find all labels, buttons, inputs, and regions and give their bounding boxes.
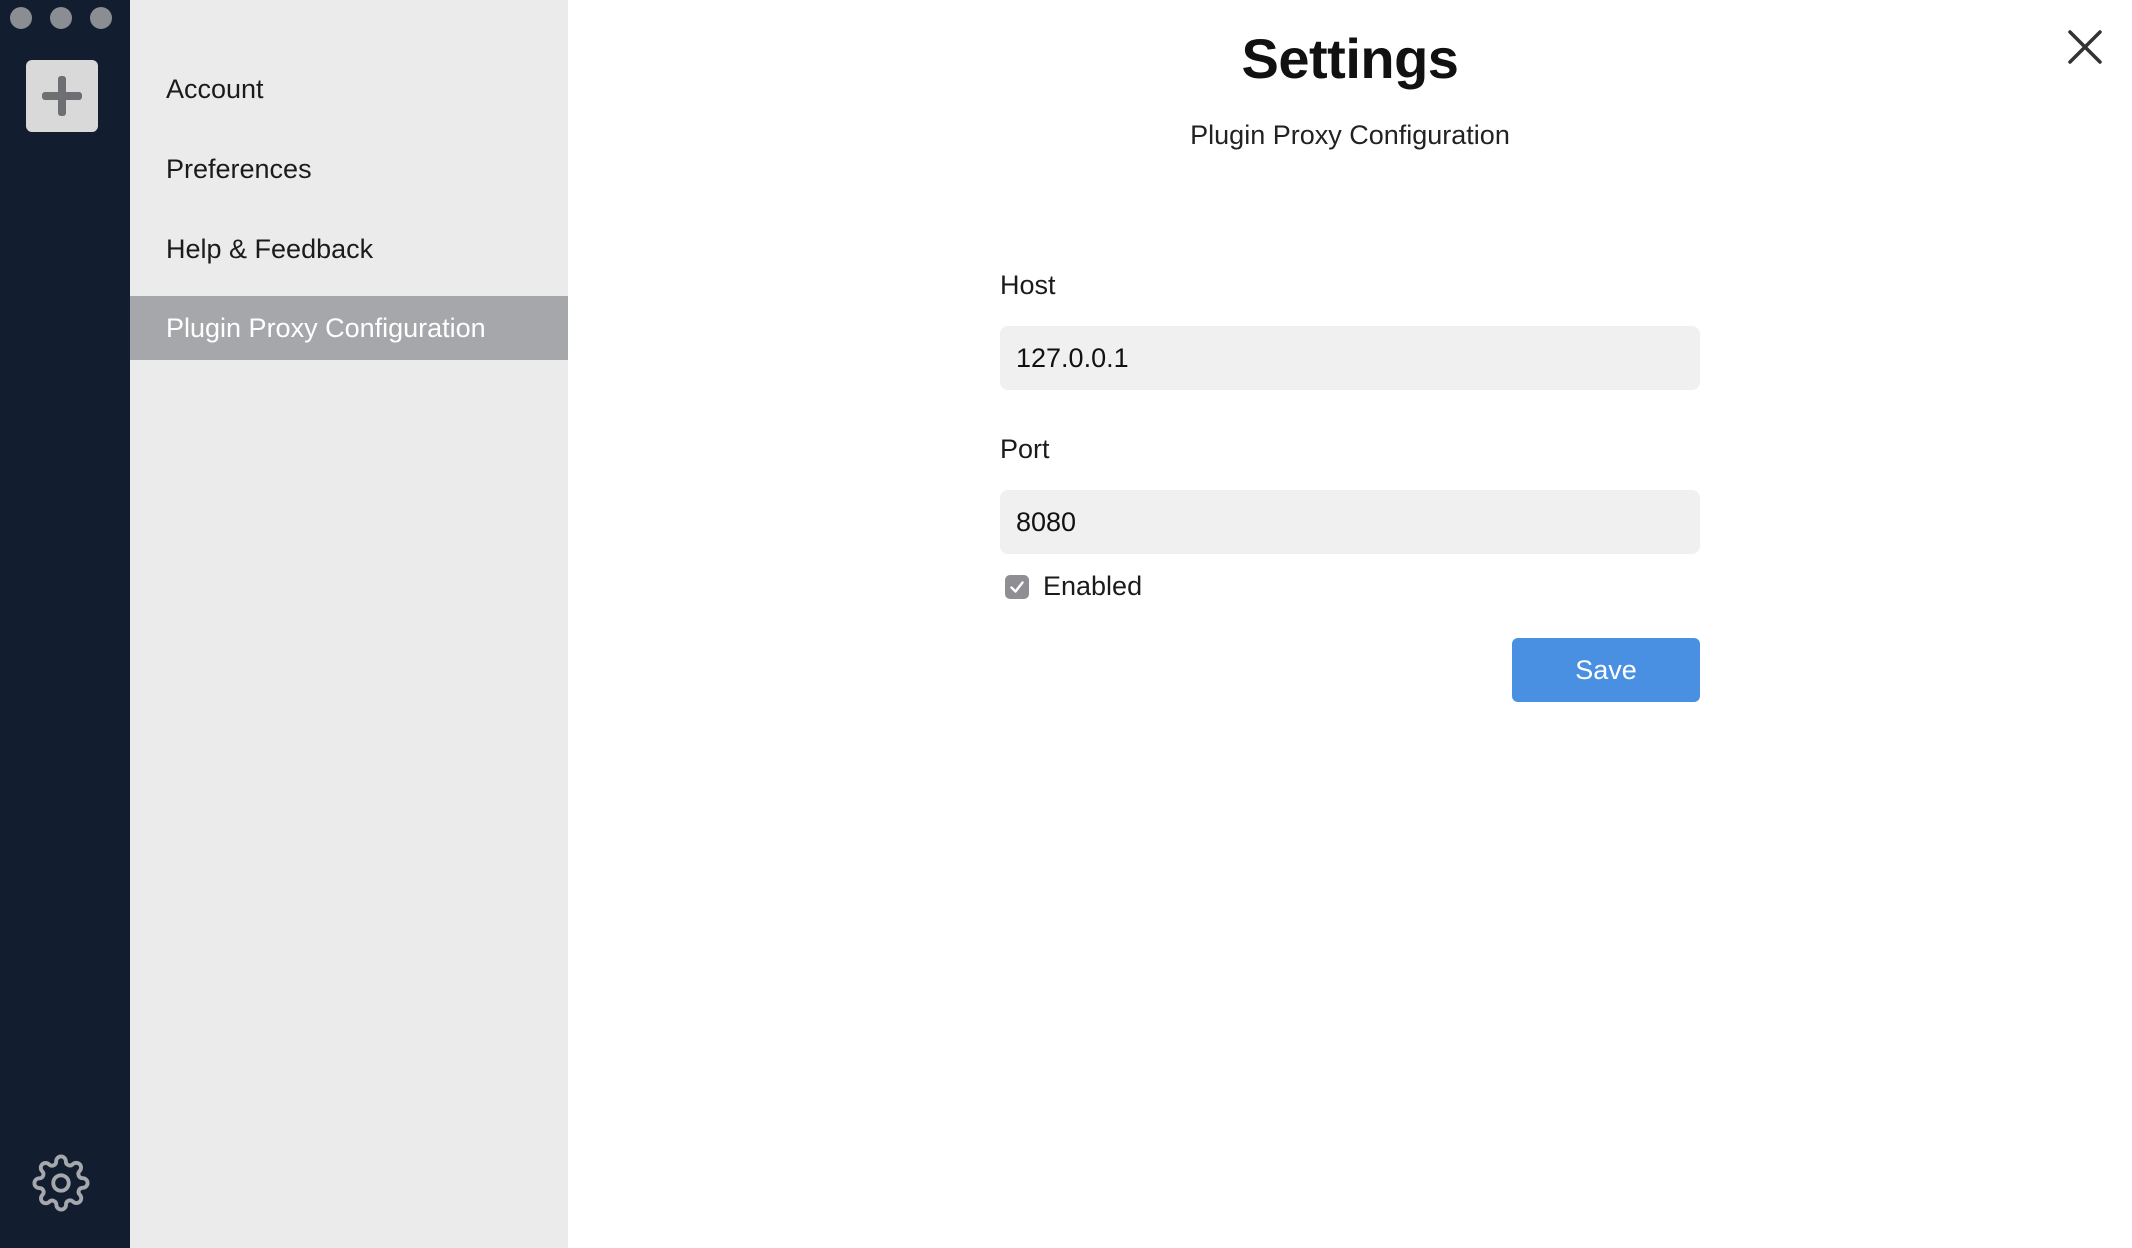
- settings-window: Account Preferences Help & Feedback Plug…: [0, 0, 2132, 1248]
- settings-menu: Account Preferences Help & Feedback Plug…: [130, 0, 568, 1248]
- menu-item-label: Preferences: [166, 153, 312, 184]
- page-title: Settings: [1241, 27, 1459, 90]
- port-label: Port: [1000, 434, 1050, 464]
- enabled-checkbox[interactable]: [1005, 574, 1029, 599]
- menu-item-account[interactable]: Account: [130, 57, 568, 121]
- close-icon[interactable]: [2065, 27, 2105, 67]
- host-label: Host: [1000, 270, 1056, 300]
- add-button[interactable]: [26, 60, 98, 132]
- menu-item-label: Account: [166, 73, 264, 104]
- host-input[interactable]: [1000, 326, 1700, 390]
- checkmark-icon: [1010, 580, 1024, 593]
- port-input[interactable]: [1000, 490, 1700, 554]
- settings-content: Settings Plugin Proxy Configuration Host…: [568, 0, 2132, 1248]
- plus-icon: [42, 76, 82, 116]
- window-minimize-button[interactable]: [50, 7, 72, 29]
- window-zoom-button[interactable]: [90, 7, 112, 29]
- gear-icon[interactable]: [32, 1154, 90, 1212]
- save-button[interactable]: Save: [1512, 638, 1700, 702]
- menu-item-preferences[interactable]: Preferences: [130, 137, 568, 201]
- menu-item-label: Plugin Proxy Configuration: [166, 312, 486, 343]
- page-subtitle: Plugin Proxy Configuration: [1190, 120, 1510, 150]
- menu-item-label: Help & Feedback: [166, 233, 374, 264]
- enabled-label: Enabled: [1043, 571, 1143, 601]
- menu-item-plugin-proxy-configuration[interactable]: Plugin Proxy Configuration: [130, 296, 568, 360]
- app-rail: [0, 0, 130, 1248]
- window-controls: [10, 7, 112, 29]
- window-close-button[interactable]: [10, 7, 32, 29]
- enabled-row: Enabled: [1005, 571, 1142, 602]
- menu-item-help-feedback[interactable]: Help & Feedback: [130, 217, 568, 281]
